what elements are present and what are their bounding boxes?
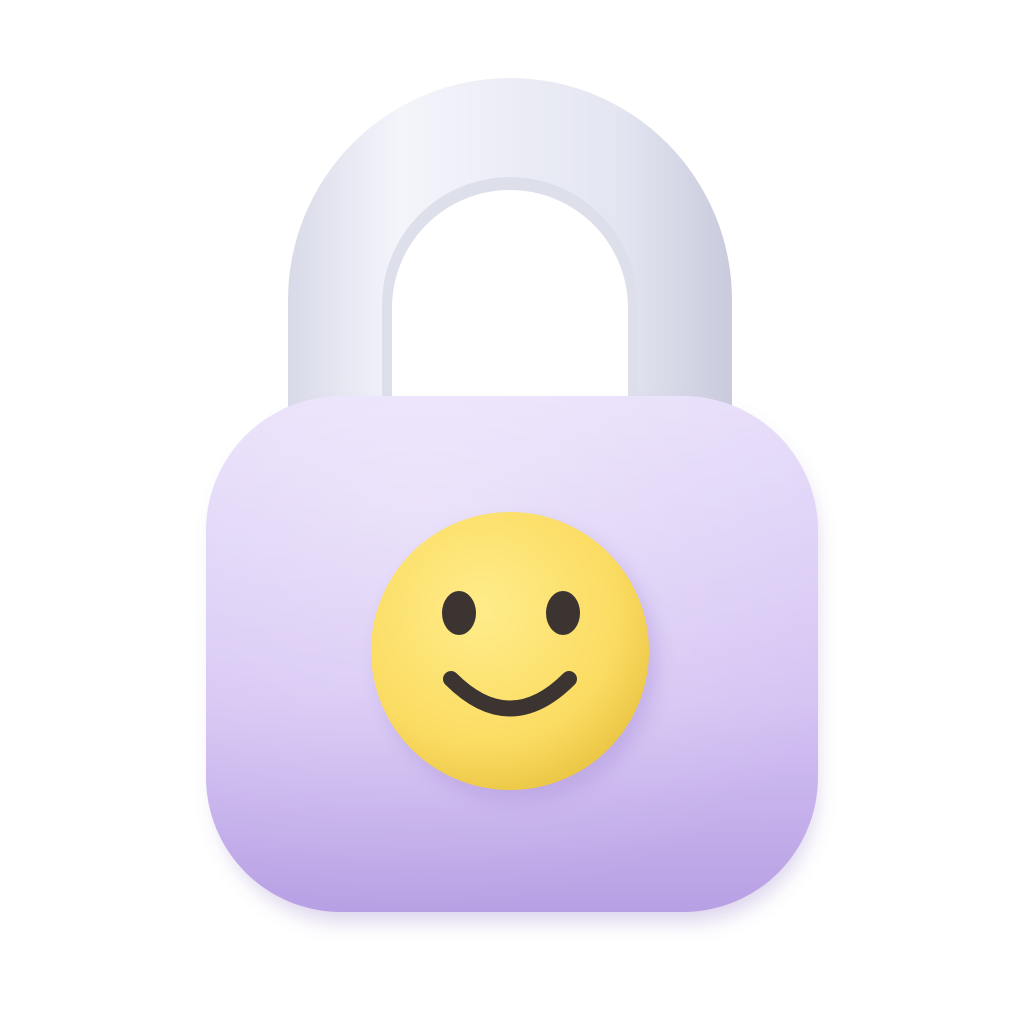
left-eye-icon — [442, 591, 476, 635]
shackle — [288, 78, 732, 420]
padlock-icon — [206, 78, 818, 922]
right-eye-icon — [546, 591, 580, 635]
canvas — [0, 0, 1024, 1024]
smiley-face-icon — [371, 512, 649, 790]
